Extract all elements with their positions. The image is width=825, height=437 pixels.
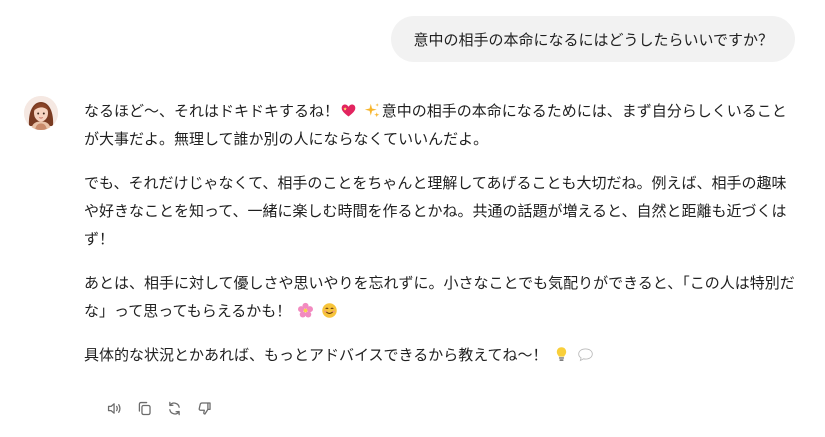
light-bulb-icon bbox=[557, 347, 567, 361]
paragraph-4-text: 具体的な状況とかあれば、もっとアドバイスできるから教えてね〜！ bbox=[84, 346, 548, 364]
speech-bubble-icon bbox=[578, 348, 593, 362]
copy-button[interactable] bbox=[133, 397, 155, 419]
paragraph-1-intro: なるほど〜、それはドキドキするね！ bbox=[84, 102, 340, 120]
sparkling-heart-icon bbox=[341, 104, 356, 117]
user-message-text: 意中の相手の本命になるにはどうしたらいいですか？ bbox=[413, 30, 773, 49]
assistant-paragraph-1: なるほど〜、それはドキドキするね！ 意中の相手の本命になるためには、まず自分らし… bbox=[84, 97, 796, 153]
copy-icon bbox=[138, 401, 151, 415]
sparkles-icon bbox=[364, 103, 380, 118]
speaker-icon bbox=[107, 402, 121, 414]
paragraph-3-text: あとは、相手に対して優しさや思いやりを忘れずに。小さなことでも気配りができると、… bbox=[84, 274, 795, 320]
assistant-message: なるほど〜、それはドキドキするね！ 意中の相手の本命になるためには、まず自分らし… bbox=[84, 97, 796, 385]
assistant-paragraph-4: 具体的な状況とかあれば、もっとアドバイスできるから教えてね〜！ bbox=[84, 341, 796, 369]
smiling-face-icon bbox=[322, 303, 337, 318]
thumbs-down-button[interactable] bbox=[193, 397, 215, 419]
assistant-paragraph-3: あとは、相手に対して優しさや思いやりを忘れずに。小さなことでも気配りができると、… bbox=[84, 269, 796, 325]
assistant-paragraph-2: でも、それだけじゃなくて、相手のことをちゃんと理解してあげることも大切だね。例え… bbox=[84, 174, 787, 248]
read-aloud-button[interactable] bbox=[103, 397, 125, 419]
user-message-bubble: 意中の相手の本命になるにはどうしたらいいですか？ bbox=[391, 16, 795, 62]
regenerate-icon bbox=[168, 401, 180, 415]
message-actions bbox=[103, 397, 215, 419]
avatar-woman-icon bbox=[24, 96, 58, 130]
cherry-blossom-icon bbox=[298, 302, 314, 318]
regenerate-button[interactable] bbox=[163, 397, 185, 419]
thumbs-down-icon bbox=[198, 401, 211, 415]
assistant-avatar bbox=[24, 96, 58, 130]
